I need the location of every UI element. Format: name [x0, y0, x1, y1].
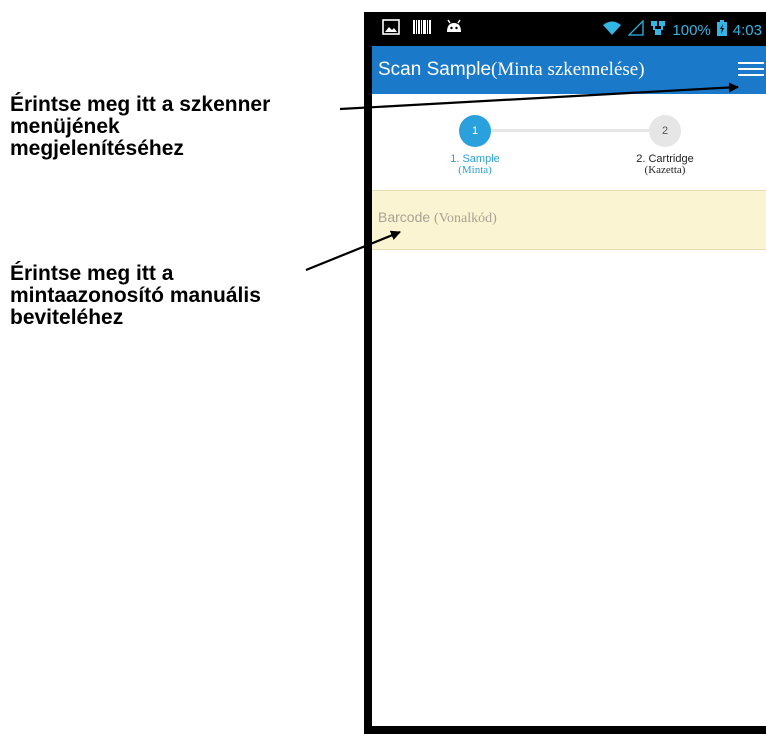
- step-2-label: 2. Cartridge (Kazetta): [610, 153, 720, 176]
- status-bar: 100% 4:03: [372, 12, 766, 46]
- barcode-placeholder-text: Barcode: [378, 209, 431, 225]
- step-2-label-translation: (Kazetta): [644, 164, 686, 176]
- callout-line: beviteléhez: [10, 306, 124, 329]
- battery-percent: 100%: [672, 21, 711, 39]
- stepper-connector: [490, 129, 658, 132]
- step-1-indicator: 1: [459, 115, 491, 147]
- step-2-indicator: 2: [649, 115, 681, 147]
- page-title-text: Scan Sample: [378, 59, 492, 80]
- callout-line: mintaazonosító manuális: [10, 284, 261, 307]
- page-title: Scan Sample(Minta szkennelése): [378, 59, 645, 81]
- clock: 4:03: [732, 21, 762, 39]
- gallery-icon: [382, 19, 400, 39]
- callout-line: Érintse meg itt a: [10, 262, 174, 285]
- barcode-icon: [412, 19, 432, 39]
- wifi-icon: [602, 20, 622, 40]
- battery-charging-icon: [716, 20, 727, 40]
- menu-callout-text: Érintse meg itt a szkenner menüjének meg…: [10, 94, 270, 160]
- step-1-label: 1. Sample (Minta): [420, 153, 530, 176]
- phone-frame: 100% 4:03 Scan Sample(Minta szkennelése)…: [364, 12, 766, 734]
- status-bar-system: 100% 4:03: [602, 19, 762, 40]
- android-icon: [444, 19, 464, 39]
- hamburger-menu-icon[interactable]: [738, 58, 764, 80]
- step-1-label-translation: (Minta): [458, 164, 492, 176]
- status-bar-notifications: [382, 19, 464, 39]
- barcode-placeholder: Barcode (Vonalkód): [378, 209, 497, 227]
- barcode-placeholder-translation: (Vonalkód): [434, 211, 497, 226]
- signal-icon: [627, 19, 645, 40]
- app-bar: Scan Sample(Minta szkennelése): [372, 46, 766, 94]
- stepper: 1 2 1. Sample (Minta) 2. Cartridge (Kaze…: [372, 94, 766, 190]
- network-icon: [650, 20, 666, 40]
- callout-line: Érintse meg itt a szkenner: [10, 93, 271, 116]
- barcode-callout-text: Érintse meg itt a mintaazonosító manuáli…: [10, 263, 261, 329]
- barcode-input[interactable]: Barcode (Vonalkód): [372, 190, 766, 250]
- callout-line: menüjének: [10, 115, 120, 138]
- app-screen: Scan Sample(Minta szkennelése) 1 2 1. Sa…: [372, 46, 766, 726]
- callout-line: megjelenítéséhez: [10, 137, 184, 160]
- page-title-translation: (Minta szkennelése): [491, 59, 645, 80]
